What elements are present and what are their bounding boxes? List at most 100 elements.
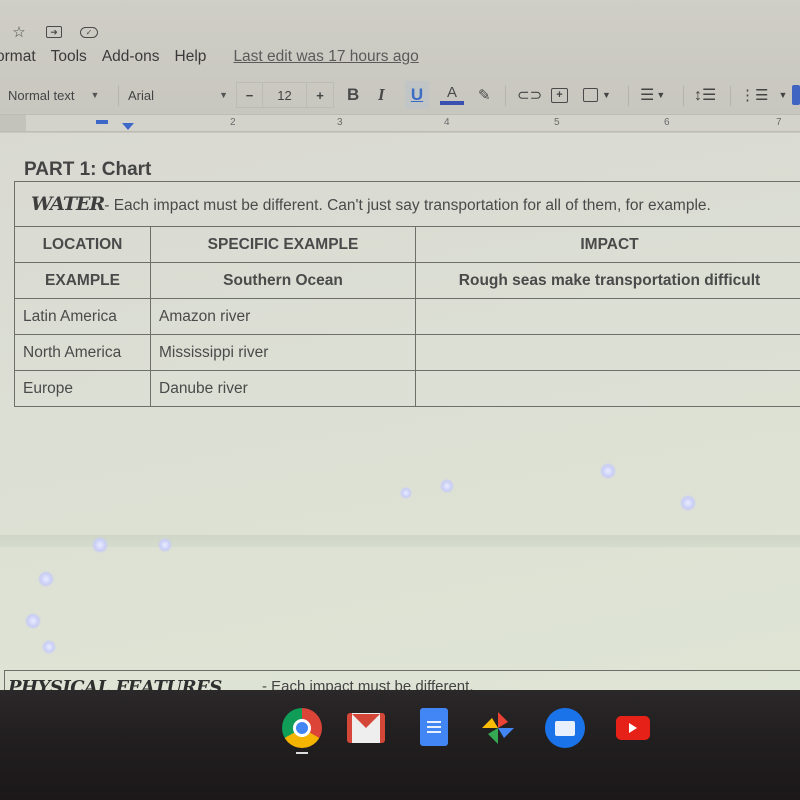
first-line-indent-handle[interactable] bbox=[96, 120, 108, 124]
align-button[interactable]: ☰ ▼ bbox=[640, 78, 665, 112]
chevron-down-icon: ▼ bbox=[602, 90, 611, 100]
font-value: Arial bbox=[128, 87, 155, 103]
example-impact[interactable]: Rough seas make transportation difficult bbox=[415, 262, 800, 299]
google-photos-icon[interactable] bbox=[478, 708, 518, 748]
table-row: North America Mississippi river bbox=[14, 334, 800, 371]
glare-spot bbox=[38, 571, 54, 587]
toolbar-divider bbox=[118, 86, 119, 106]
text-color-button[interactable]: A bbox=[440, 78, 464, 112]
glare-spot bbox=[25, 613, 41, 629]
specific-example-cell[interactable]: Amazon river bbox=[150, 298, 416, 335]
title-icons: ☆ ➜ ✓ bbox=[10, 24, 98, 41]
ruler-number: 6 bbox=[664, 117, 670, 128]
table-row: Europe Danube river bbox=[14, 370, 800, 407]
header-specific-example[interactable]: SPECIFIC EXAMPLE bbox=[150, 226, 416, 263]
font-select[interactable]: Arial ▼ bbox=[128, 78, 228, 112]
insert-link-icon[interactable]: ⊂⊃ bbox=[517, 78, 542, 112]
example-location[interactable]: EXAMPLE bbox=[14, 262, 151, 299]
section-instructions: - Each impact must be different. Can't j… bbox=[104, 197, 711, 214]
ruler-number: 5 bbox=[554, 117, 560, 128]
youtube-icon[interactable] bbox=[616, 716, 650, 740]
section-heading: WATER bbox=[31, 193, 105, 215]
add-comment-icon: + bbox=[551, 87, 568, 103]
chevron-down-icon: ▼ bbox=[219, 90, 228, 100]
gmail-icon[interactable] bbox=[347, 713, 385, 743]
chevron-down-icon: ▼ bbox=[90, 90, 100, 100]
glare-spot bbox=[42, 640, 56, 654]
header-impact[interactable]: IMPACT bbox=[415, 226, 800, 263]
header-location[interactable]: LOCATION bbox=[14, 226, 151, 263]
glare-spot bbox=[92, 537, 108, 553]
google-docs-icon[interactable] bbox=[420, 708, 448, 746]
align-left-icon: ☰ bbox=[640, 87, 655, 104]
chrome-icon[interactable] bbox=[282, 708, 322, 748]
chevron-down-icon: ▼ bbox=[656, 90, 666, 100]
specific-example-cell[interactable]: Mississippi river bbox=[150, 334, 416, 371]
next-section-heading: PHYSICAL FEATURES bbox=[8, 677, 222, 690]
last-edit-link[interactable]: Last edit was 17 hours ago bbox=[233, 48, 418, 66]
example-specific[interactable]: Southern Ocean bbox=[150, 262, 416, 299]
font-size-control: − 12 + bbox=[236, 82, 334, 108]
numbered-list-icon: ⋮☰ bbox=[740, 87, 769, 104]
bold-button[interactable]: B bbox=[347, 78, 359, 112]
menu-tools[interactable]: Tools bbox=[51, 48, 87, 66]
ruler-number: 3 bbox=[337, 117, 343, 128]
font-size-input[interactable]: 12 bbox=[263, 83, 307, 107]
underline-button[interactable]: U bbox=[405, 81, 429, 109]
cloud-saved-icon[interactable]: ✓ bbox=[80, 26, 98, 38]
ruler-number: 4 bbox=[444, 117, 450, 128]
app-header: ☆ ➜ ✓ ormat Tools Add-ons Help Last edit… bbox=[0, 0, 800, 112]
insert-image-button[interactable]: ▼ bbox=[583, 78, 611, 112]
numbered-list-button[interactable]: ⋮☰ ▼ bbox=[740, 78, 787, 112]
text-color-swatch bbox=[440, 100, 464, 105]
decrease-font-size-button[interactable]: − bbox=[237, 83, 263, 107]
files-icon[interactable] bbox=[545, 708, 585, 748]
menu-add-ons[interactable]: Add-ons bbox=[102, 48, 160, 66]
location-cell[interactable]: Europe bbox=[14, 370, 151, 407]
image-icon bbox=[583, 88, 598, 102]
italic-button[interactable]: I bbox=[378, 78, 385, 112]
move-to-folder-icon[interactable]: ➜ bbox=[46, 26, 62, 38]
text-color-label: A bbox=[446, 83, 457, 101]
menu-format[interactable]: ormat bbox=[0, 48, 36, 66]
ruler[interactable]: 2 3 4 5 6 7 bbox=[0, 114, 800, 132]
star-icon[interactable]: ☆ bbox=[10, 24, 28, 41]
left-indent-handle[interactable] bbox=[122, 123, 134, 130]
section-intro-cell[interactable]: WATER- Each impact must be different. Ca… bbox=[14, 181, 800, 227]
glare-spot bbox=[158, 538, 172, 552]
table-header-row: LOCATION SPECIFIC EXAMPLE IMPACT bbox=[14, 226, 800, 263]
specific-example-cell[interactable]: Danube river bbox=[150, 370, 416, 407]
document-page[interactable]: PART 1: Chart WATER- Each impact must be… bbox=[0, 133, 800, 690]
impact-cell[interactable] bbox=[415, 298, 800, 335]
toolbar-divider bbox=[730, 86, 731, 106]
glare-spot bbox=[680, 495, 696, 511]
chevron-down-icon: ▼ bbox=[778, 90, 788, 100]
impact-cell[interactable] bbox=[415, 370, 800, 407]
increase-font-size-button[interactable]: + bbox=[307, 83, 333, 107]
location-cell[interactable]: North America bbox=[14, 334, 151, 371]
water-impact-table: WATER- Each impact must be different. Ca… bbox=[14, 181, 800, 407]
active-app-indicator bbox=[296, 752, 308, 754]
ruler-number: 2 bbox=[230, 117, 236, 128]
paragraph-style-select[interactable]: Normal text ▼ bbox=[8, 78, 99, 112]
glare-spot bbox=[600, 463, 616, 479]
menu-bar: ormat Tools Add-ons Help Last edit was 1… bbox=[0, 48, 419, 66]
example-row: EXAMPLE Southern Ocean Rough seas make t… bbox=[14, 262, 800, 299]
next-section-instructions: - Each impact must be different. bbox=[262, 678, 474, 690]
glare-spot bbox=[440, 479, 454, 493]
part-title: PART 1: Chart bbox=[24, 159, 152, 180]
impact-cell[interactable] bbox=[415, 334, 800, 371]
toolbar-divider bbox=[683, 86, 684, 106]
highlight-pen-icon[interactable]: ✎ bbox=[478, 78, 491, 112]
add-comment-button[interactable]: + bbox=[551, 78, 568, 112]
ruler-margin bbox=[0, 115, 26, 131]
toolbar-divider bbox=[505, 86, 506, 106]
more-options-icon[interactable] bbox=[792, 85, 800, 105]
page-break bbox=[0, 535, 800, 547]
table-row: Latin America Amazon river bbox=[14, 298, 800, 335]
os-shelf bbox=[0, 690, 800, 800]
menu-help[interactable]: Help bbox=[175, 48, 207, 66]
location-cell[interactable]: Latin America bbox=[14, 298, 151, 335]
glare-spot bbox=[400, 487, 412, 499]
line-spacing-icon[interactable]: ↕☰ bbox=[694, 78, 716, 112]
